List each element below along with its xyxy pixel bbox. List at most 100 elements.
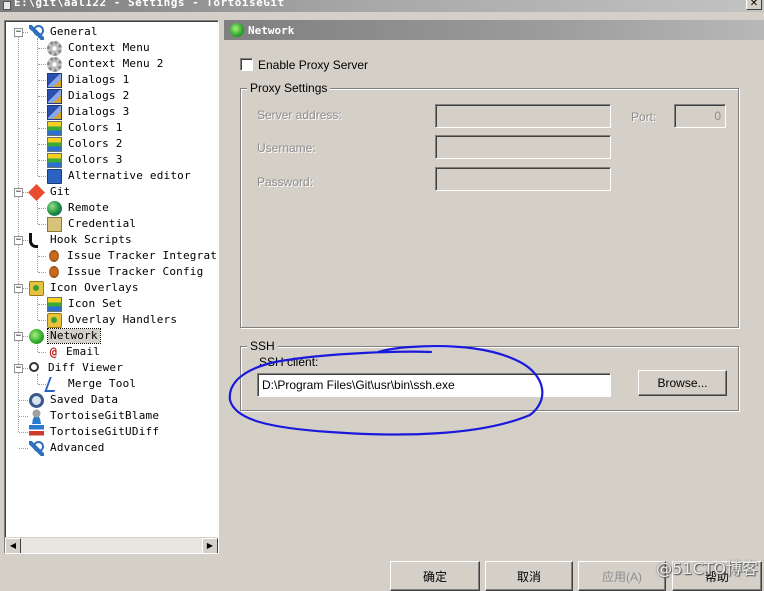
apply-button[interactable]: 应用(A) xyxy=(578,561,666,591)
collapse-toggle[interactable]: − xyxy=(14,332,23,341)
tree-item-alternative-editor[interactable]: Alternative editor xyxy=(47,168,193,184)
collapse-toggle[interactable]: − xyxy=(14,284,23,293)
tree-item-context-menu[interactable]: Context Menu xyxy=(47,40,152,56)
tree-item-credential[interactable]: Credential xyxy=(47,216,138,232)
close-button[interactable]: ✕ xyxy=(746,0,762,10)
colors-icon xyxy=(47,136,62,152)
proxy-settings-title: Proxy Settings xyxy=(247,80,331,96)
browse-button[interactable]: Browse... xyxy=(638,370,727,396)
colors-icon xyxy=(47,152,62,168)
enable-proxy-checkbox[interactable] xyxy=(240,58,253,71)
tree-item-merge-tool[interactable]: Merge Tool xyxy=(44,376,138,392)
collapse-toggle[interactable]: − xyxy=(14,236,23,245)
cancel-button[interactable]: 取消 xyxy=(485,561,573,591)
tree-item-hook-scripts[interactable]: Hook Scripts xyxy=(29,232,134,248)
globe-icon xyxy=(47,200,62,216)
tree-item-label: Icon Set xyxy=(68,297,123,310)
dialog-icon xyxy=(47,88,62,104)
tree-item-label: Alternative editor xyxy=(68,169,191,182)
credential-icon xyxy=(47,216,62,232)
ssh-client-input[interactable] xyxy=(257,373,611,397)
collapse-toggle[interactable]: − xyxy=(14,364,23,373)
username-input[interactable] xyxy=(435,135,611,159)
network-icon xyxy=(29,328,44,344)
page-title: Network xyxy=(248,23,295,37)
server-address-label: Server address: xyxy=(257,108,342,122)
scroll-right-button[interactable]: ▶ xyxy=(202,538,218,553)
tree-item-network[interactable]: Network xyxy=(29,328,101,344)
enable-proxy-label[interactable]: Enable Proxy Server xyxy=(258,58,368,72)
tree-item-label: Saved Data xyxy=(50,393,119,406)
ok-button[interactable]: 确定 xyxy=(390,561,480,591)
tree-item-label: Issue Tracker Config xyxy=(67,265,204,278)
wrench-icon xyxy=(29,24,44,40)
tree-item-label: Colors 1 xyxy=(68,121,123,134)
tree-item-dialogs-3[interactable]: Dialogs 3 xyxy=(47,104,131,120)
tree-item-label: Network xyxy=(47,328,101,344)
scroll-left-button[interactable]: ◀ xyxy=(5,538,21,553)
tree-item-label: Advanced xyxy=(50,441,105,454)
tree-item-colors-3[interactable]: Colors 3 xyxy=(47,152,125,168)
gear-icon xyxy=(47,56,62,72)
tree-item-diff-viewer[interactable]: Diff Viewer xyxy=(29,360,125,376)
book-icon xyxy=(47,168,62,184)
tree-item-icon-overlays[interactable]: Icon Overlays xyxy=(29,280,141,296)
tree-item-label: General xyxy=(50,25,98,38)
ssh-client-label: SSH client: xyxy=(259,355,319,369)
tree-item-label: Git xyxy=(50,185,71,198)
tree-item-colors-1[interactable]: Colors 1 xyxy=(47,120,125,136)
bug-icon xyxy=(49,250,59,262)
tree-item-label: Credential xyxy=(68,217,137,230)
tree-item-advanced[interactable]: Advanced xyxy=(29,440,107,456)
tree-item-email[interactable]: @ Email xyxy=(47,344,102,360)
tree-item-issue-tracker-config[interactable]: Issue Tracker Config xyxy=(47,264,205,280)
bug-icon xyxy=(49,266,59,278)
saved-data-icon xyxy=(29,392,44,408)
tree-item-label: Merge Tool xyxy=(68,377,137,390)
window-title: E:\git\aal122 - Settings - TortoiseGit xyxy=(14,0,285,9)
tree-item-label: Hook Scripts xyxy=(50,233,132,246)
tree-item-saved-data[interactable]: Saved Data xyxy=(29,392,120,408)
gear-icon xyxy=(47,40,62,56)
tree-item-overlay-handlers[interactable]: Overlay Handlers xyxy=(47,312,179,328)
tree-item-dialogs-1[interactable]: Dialogs 1 xyxy=(47,72,131,88)
tree-item-label: TortoiseGitUDiff xyxy=(50,425,160,438)
tree-item-issue-tracker-integration[interactable]: Issue Tracker Integration xyxy=(47,248,218,264)
tree-item-icon-set[interactable]: Icon Set xyxy=(47,296,125,312)
tree-item-remote[interactable]: Remote xyxy=(47,200,111,216)
tree-item-tortoisegitblame[interactable]: TortoiseGitBlame xyxy=(29,408,161,424)
wrench-icon xyxy=(29,440,44,456)
server-address-input[interactable] xyxy=(435,104,611,128)
magnifier-icon xyxy=(29,361,39,372)
tree-item-label: Email xyxy=(66,345,101,358)
password-label: Password: xyxy=(257,175,314,189)
collapse-toggle[interactable]: − xyxy=(14,28,23,37)
port-label: Port: xyxy=(631,110,657,124)
settings-tree[interactable]: − − − − − − General Context Menu Context Menu 2… xyxy=(4,20,219,554)
collapse-toggle[interactable]: − xyxy=(14,188,23,197)
hook-icon xyxy=(29,232,38,248)
tree-item-label: Diff Viewer xyxy=(48,361,124,374)
overlay-icon xyxy=(47,312,62,328)
tree-horizontal-scrollbar[interactable]: ◀ ▶ xyxy=(5,537,218,553)
tree-item-label: Remote xyxy=(68,201,109,214)
colors-icon xyxy=(47,296,62,312)
page-header: Network xyxy=(224,20,764,40)
password-input[interactable] xyxy=(435,167,611,191)
tree-item-label: Colors 2 xyxy=(68,137,123,150)
ssh-group-title: SSH xyxy=(247,338,278,354)
tree-item-git[interactable]: Git xyxy=(28,183,72,201)
tree-item-tortoisegitudiff[interactable]: TortoiseGitUDiff xyxy=(29,424,161,440)
tree-item-label: Dialogs 3 xyxy=(68,105,130,118)
git-icon xyxy=(28,183,45,201)
tree-item-label: Context Menu xyxy=(68,41,150,54)
blame-icon xyxy=(29,408,44,424)
tree-item-colors-2[interactable]: Colors 2 xyxy=(47,136,125,152)
tree-item-context-menu-2[interactable]: Context Menu 2 xyxy=(47,56,166,72)
tree-item-general[interactable]: General xyxy=(29,24,100,40)
tree-item-dialogs-2[interactable]: Dialogs 2 xyxy=(47,88,131,104)
port-input[interactable] xyxy=(674,104,726,128)
title-bar: E:\git\aal122 - Settings - TortoiseGit ✕ xyxy=(0,0,764,12)
tree-item-label: Overlay Handlers xyxy=(68,313,178,326)
tree-item-label: TortoiseGitBlame xyxy=(50,409,160,422)
